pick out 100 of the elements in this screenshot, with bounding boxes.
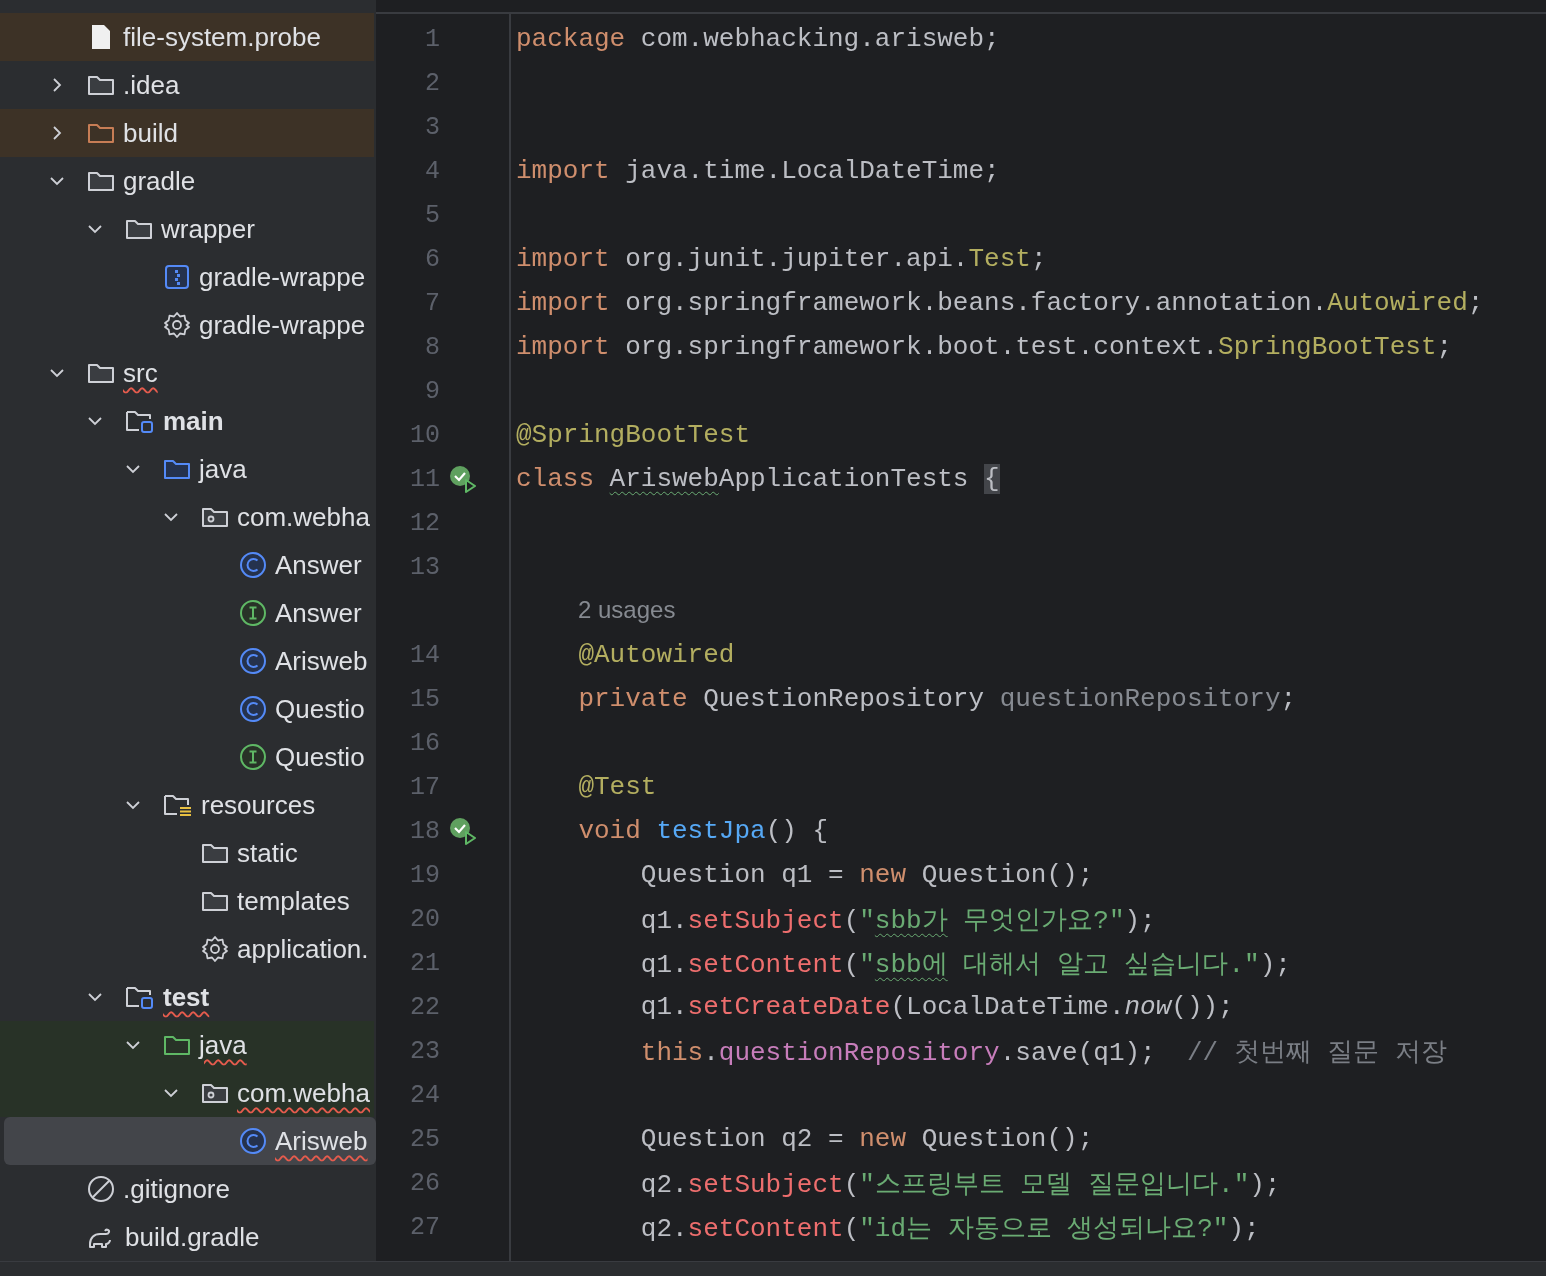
package-icon — [201, 505, 229, 529]
folder-icon — [125, 217, 153, 241]
tree-row[interactable]: wrapper — [0, 205, 374, 253]
package-icon — [201, 1081, 229, 1105]
tree-item-label: test — [163, 981, 210, 1013]
tree-row[interactable]: gradle-wrappe — [0, 301, 374, 349]
module-folder-icon — [125, 408, 155, 434]
code-text: ); — [1228, 1213, 1260, 1244]
tree-item-label: Answer — [275, 597, 362, 629]
annotation-token: Autowired — [1327, 288, 1468, 318]
tree-item-label: src — [123, 357, 158, 389]
code-text: java.time.LocalDateTime; — [624, 156, 1000, 186]
code-text: ; — [1030, 244, 1047, 274]
class-icon — [239, 551, 267, 579]
code-text: () { — [765, 816, 829, 846]
tree-item-label: java — [199, 453, 247, 485]
usages-hint[interactable]: 2 usages — [515, 596, 676, 623]
tree-row[interactable]: resources — [0, 781, 374, 829]
tree-row[interactable]: com.webha — [0, 493, 374, 541]
keyword-token: import — [515, 332, 610, 362]
tree-row[interactable]: .idea — [0, 61, 374, 109]
code-text: (LocalDateTime. — [890, 992, 1125, 1022]
tree-item-label: application. — [237, 933, 369, 965]
tree-row[interactable]: test — [0, 973, 374, 1021]
tree-row[interactable]: gradle-wrappe — [0, 253, 374, 301]
tree-row[interactable]: build — [0, 109, 374, 157]
folder-icon — [163, 1033, 191, 1057]
tree-row[interactable]: .gitignore — [0, 1165, 374, 1213]
field-token: questionRepository — [718, 1037, 1000, 1068]
test-passed-run-icon[interactable] — [447, 465, 478, 493]
tree-row[interactable]: Arisweb — [0, 637, 374, 685]
tree-row[interactable]: gradle — [0, 157, 374, 205]
tree-row[interactable]: build.gradle — [0, 1213, 374, 1261]
tree-row[interactable]: Questio — [0, 685, 374, 733]
code-text: ); — [1259, 949, 1291, 980]
code-text: ( — [843, 905, 860, 936]
code-text: Question(); — [920, 860, 1094, 890]
code-text: org.junit.jupiter.api. — [624, 244, 969, 274]
line-number: 27 — [408, 1212, 440, 1242]
code-text: Question(); — [920, 1124, 1094, 1154]
tree-item-label: Arisweb — [275, 645, 368, 677]
keyword-token: new — [859, 860, 907, 890]
tree-item-label: wrapper — [161, 213, 255, 245]
string-literal: sbb가 — [874, 905, 948, 936]
tree-item-label: static — [237, 837, 298, 869]
folder-icon — [87, 169, 115, 193]
tree-row[interactable]: java — [0, 445, 374, 493]
tree-row[interactable]: Answer — [0, 589, 374, 637]
string-literal: " — [859, 905, 875, 936]
tree-item-label: build.gradle — [125, 1221, 260, 1253]
class-icon — [239, 1127, 267, 1155]
tree-row[interactable]: Answer — [0, 541, 374, 589]
line-number: 13 — [408, 552, 440, 582]
tree-row[interactable]: application. — [0, 925, 374, 973]
tree-item-label: gradle — [123, 165, 196, 197]
keyword-token: class — [515, 464, 595, 494]
tree-item-label: main — [163, 405, 224, 437]
code-text: .save(q1); — [999, 1037, 1157, 1068]
tree-row[interactable]: main — [0, 397, 374, 445]
tree-item-label: java — [199, 1029, 247, 1061]
string-literal: " — [859, 949, 875, 980]
line-number: 6 — [423, 244, 440, 274]
tree-item-label: build — [123, 117, 178, 149]
tree-item-label: com.webha — [237, 1077, 370, 1109]
tree-row[interactable]: java — [0, 1021, 374, 1069]
line-number: 9 — [423, 376, 440, 406]
code-text: ; — [1467, 288, 1484, 318]
annotation-token: Test — [968, 244, 1031, 274]
archive-file-icon — [163, 263, 191, 291]
tree-row[interactable]: src — [0, 349, 374, 397]
method-token: now — [1124, 992, 1172, 1022]
tree-row[interactable]: templates — [0, 877, 374, 925]
string-literal: sbb에 — [874, 949, 948, 980]
resources-folder-icon — [163, 792, 193, 818]
line-number: 26 — [408, 1168, 440, 1198]
code-text: ApplicationTests — [718, 464, 970, 494]
line-number: 8 — [423, 332, 440, 362]
string-literal: 대해서 알고 싶습니다." — [962, 949, 1260, 980]
line-number: 18 — [408, 816, 440, 846]
test-passed-run-icon[interactable] — [447, 817, 478, 845]
line-number: 25 — [408, 1124, 440, 1154]
line-number: 17 — [408, 772, 440, 802]
code-text: ; — [1436, 332, 1453, 362]
tree-item-label: file-system.probe — [123, 21, 321, 53]
annotation-token: @Test — [577, 772, 657, 802]
code-text: q2. — [639, 1169, 688, 1200]
folder-icon — [87, 361, 115, 385]
tree-item-label: resources — [201, 789, 316, 821]
tree-row[interactable]: com.webha — [0, 1069, 374, 1117]
tree-row[interactable]: Questio — [0, 733, 374, 781]
string-literal: "스프링부트 모델 질문입니다." — [859, 1169, 1250, 1200]
tree-item-label: .idea — [123, 69, 180, 101]
tree-row[interactable]: static — [0, 829, 374, 877]
method-name: testJpa — [656, 816, 766, 846]
method-token: setContent — [687, 949, 844, 980]
class-icon — [239, 647, 267, 675]
code-text: q1. — [639, 905, 688, 936]
tree-row[interactable]: Arisweb — [4, 1117, 376, 1165]
tree-row[interactable]: file-system.probe — [0, 13, 374, 61]
annotation-token: @SpringBootTest — [515, 420, 750, 450]
